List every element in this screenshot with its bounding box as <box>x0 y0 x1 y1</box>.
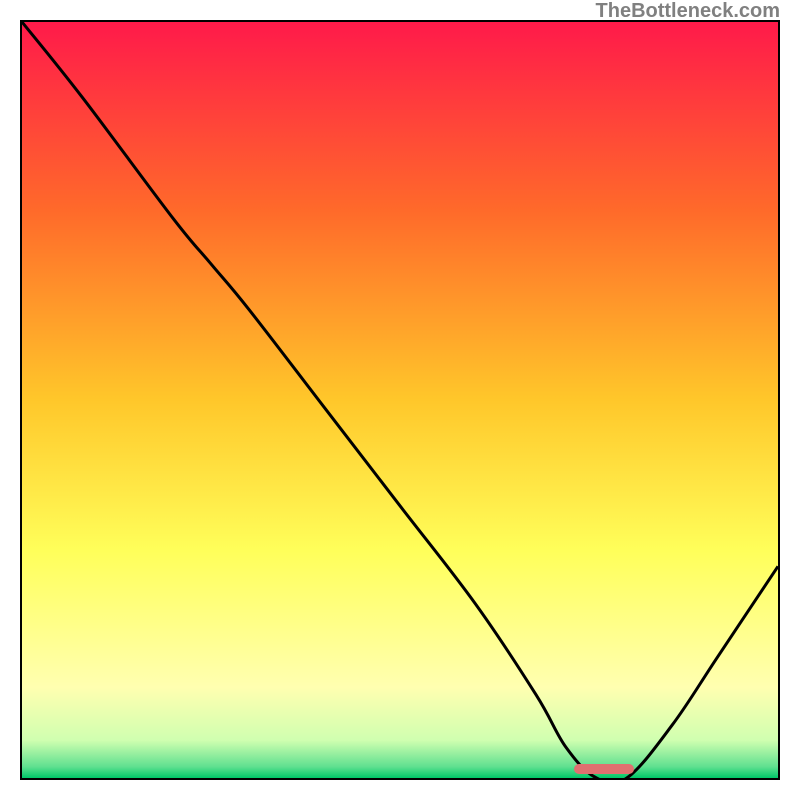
plot-area <box>20 20 780 780</box>
chart-container: TheBottleneck.com <box>0 0 800 800</box>
optimal-marker <box>574 764 634 774</box>
bottleneck-curve <box>22 22 778 778</box>
